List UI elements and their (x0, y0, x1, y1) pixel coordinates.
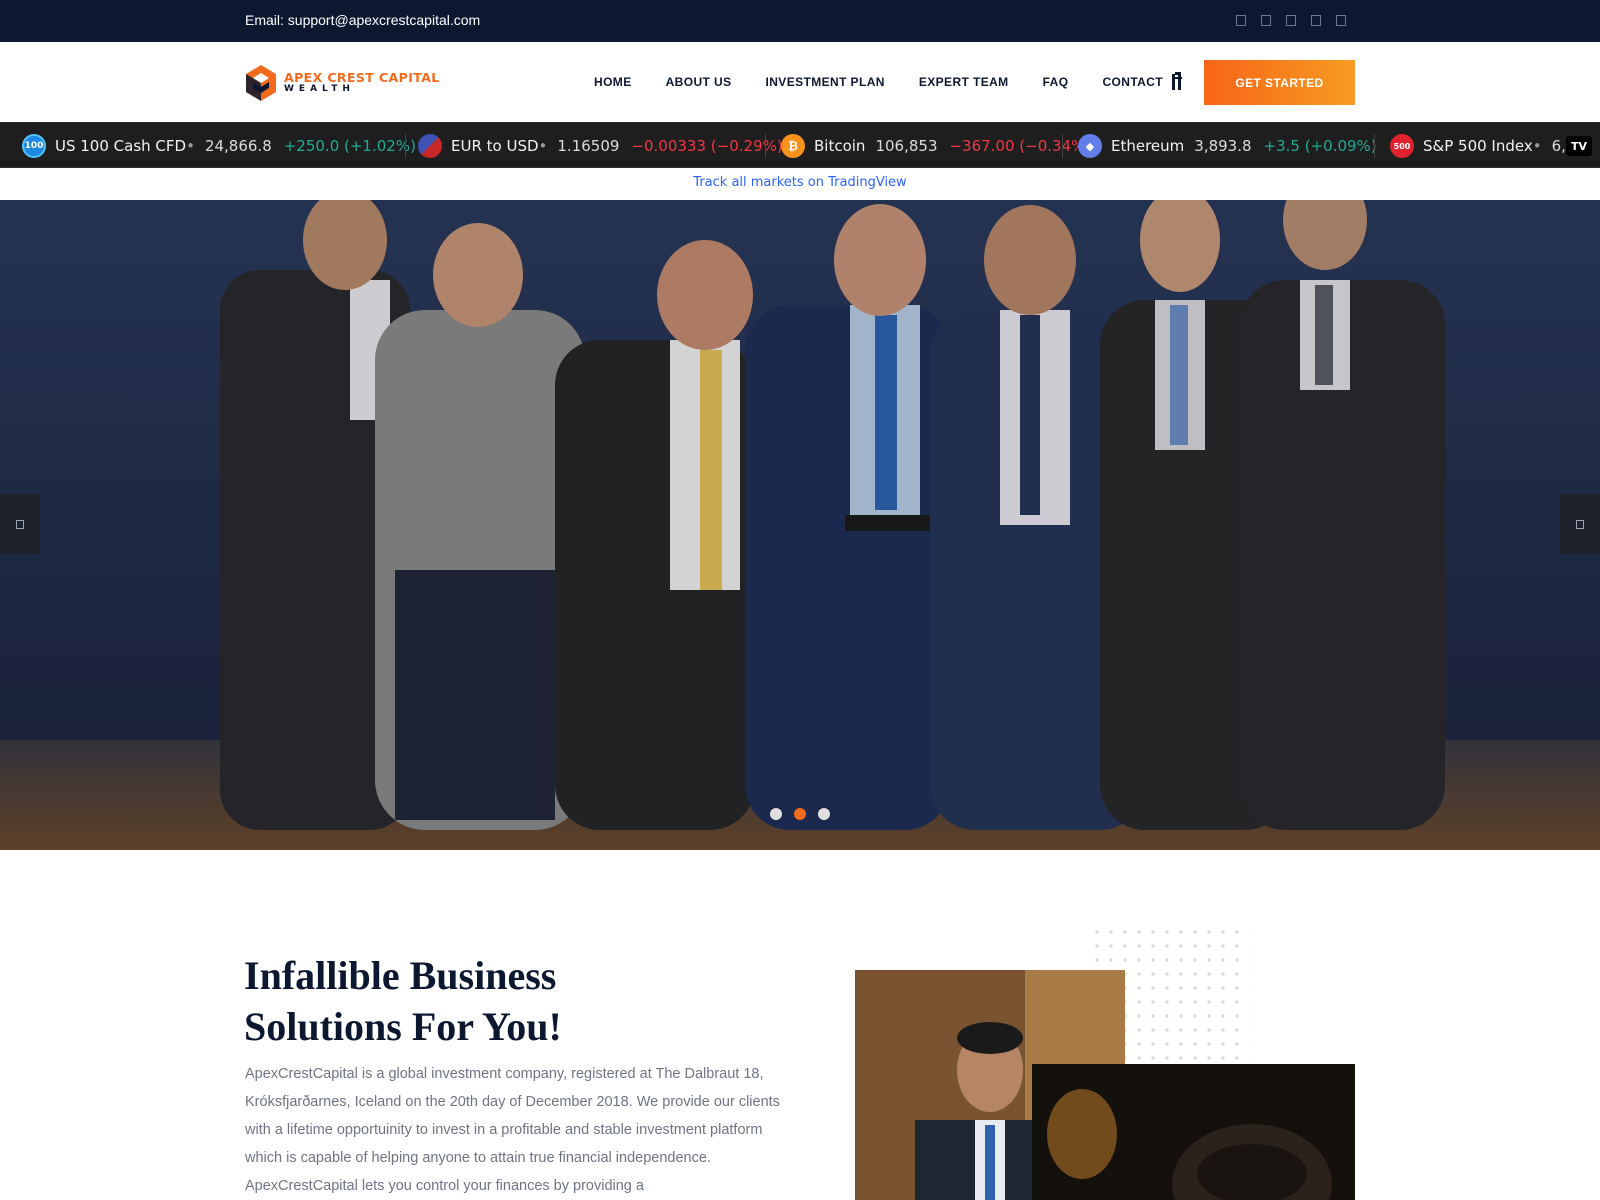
ticker-price: 24,866.8 (204, 137, 272, 155)
get-started-button[interactable]: GET STARTED (1204, 60, 1355, 105)
nav-about-us[interactable]: ABOUT US (666, 75, 732, 89)
ticker-change: +250.0 (+1.02%) (283, 137, 416, 155)
about-title: Infallible Business Solutions For You! (244, 950, 562, 1052)
us100-icon: 100 (22, 134, 46, 158)
slider-dot[interactable] (770, 808, 782, 820)
ticker-price: 1.16509 (557, 137, 620, 155)
ticker-name: EUR to USD (451, 137, 539, 155)
top-bar: Email: support@apexcrestcapital.com (0, 0, 1600, 42)
slider-next-button[interactable] (1560, 494, 1600, 554)
ticker-name: S&P 500 Index (1423, 137, 1533, 155)
nav-contact[interactable]: CONTACT (1102, 75, 1163, 89)
slider-dots (770, 808, 830, 820)
ticker-change: +3.5 (+0.09%) (1263, 137, 1377, 155)
main-nav: HOME ABOUT US INVESTMENT PLAN EXPERT TEA… (594, 75, 1197, 89)
about-title-line-1: Infallible Business (244, 953, 557, 998)
chevron-right-icon (1576, 519, 1584, 529)
logo-brand: APEX CREST CAPITAL (284, 70, 440, 86)
social-links (1236, 15, 1346, 26)
social-icon[interactable] (1286, 15, 1296, 26)
tradingview-logo-icon[interactable]: TV (1566, 136, 1592, 156)
ticker-item[interactable]: ◆ Ethereum 3,893.8 +3.5 (+0.09%) (1078, 123, 1377, 167)
nav-investment-plan[interactable]: INVESTMENT PLAN (765, 75, 884, 89)
ticker-item[interactable]: 500 S&P 500 Index • 6,67 (1390, 123, 1585, 167)
about-image-2 (1032, 1064, 1355, 1200)
ethereum-icon: ◆ (1078, 134, 1102, 158)
logo-mark-icon (246, 65, 276, 101)
ticker-dot: • (538, 137, 548, 155)
search-icon[interactable] (1171, 72, 1185, 95)
nav-expert-team[interactable]: EXPERT TEAM (919, 75, 1009, 89)
sp500-icon: 500 (1390, 134, 1414, 158)
site-header: APEX CREST CAPITAL WEALTH HOME ABOUT US … (0, 42, 1600, 122)
ticker-item[interactable]: 100 US 100 Cash CFD • 24,866.8 +250.0 (+… (22, 123, 416, 167)
tradingview-link[interactable]: Track all markets on TradingView (0, 170, 1600, 200)
ticker-divider (1374, 134, 1375, 158)
ticker-item[interactable]: EUR to USD • 1.16509 −0.00333 (−0.29%) (418, 123, 783, 167)
ticker-change: −0.00333 (−0.29%) (631, 137, 783, 155)
social-icon[interactable] (1236, 15, 1246, 26)
nav-home[interactable]: HOME (594, 75, 632, 89)
nav-faq[interactable]: FAQ (1043, 75, 1069, 89)
ticker-divider (1062, 134, 1063, 158)
ticker-change: −367.00 (−0.34%) (949, 137, 1092, 155)
social-icon[interactable] (1311, 15, 1321, 26)
ticker-name: Bitcoin (814, 137, 866, 155)
market-ticker: 100 US 100 Cash CFD • 24,866.8 +250.0 (+… (0, 122, 1600, 168)
logo-sub: WEALTH (284, 83, 355, 94)
slider-dot-active[interactable] (794, 808, 806, 820)
about-title-line-2: Solutions For You! (244, 1004, 562, 1049)
hero-slider (0, 200, 1600, 850)
social-icon[interactable] (1261, 15, 1271, 26)
ticker-divider (405, 134, 406, 158)
ticker-name: Ethereum (1111, 137, 1185, 155)
ticker-name: US 100 Cash CFD (55, 137, 187, 155)
contact-email[interactable]: Email: support@apexcrestcapital.com (245, 12, 480, 28)
ticker-item[interactable]: ₿ Bitcoin 106,853 −367.00 (−0.34%) (781, 123, 1092, 167)
about-text: ApexCrestCapital is a global investment … (245, 1066, 780, 1194)
ticker-price: 3,893.8 (1194, 137, 1252, 155)
social-icon[interactable] (1336, 15, 1346, 26)
ticker-divider (765, 134, 766, 158)
ticker-dot: • (1532, 137, 1542, 155)
slider-prev-button[interactable] (0, 494, 40, 554)
slider-dot[interactable] (818, 808, 830, 820)
ticker-dot: • (186, 137, 195, 155)
eur-usd-flag-icon (418, 134, 442, 158)
logo[interactable]: APEX CREST CAPITAL WEALTH (244, 64, 440, 102)
ticker-price: 106,853 (875, 137, 938, 155)
chevron-left-icon (16, 519, 24, 529)
hero-team-photo (0, 200, 1600, 850)
bitcoin-icon: ₿ (781, 134, 805, 158)
